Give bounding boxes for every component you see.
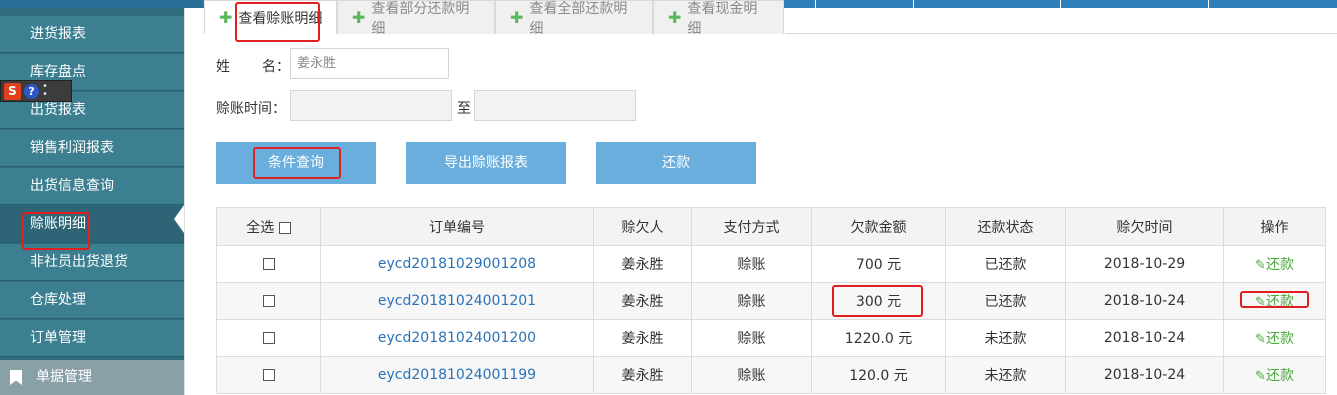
credit-table: 全选 订单编号 赊欠人 支付方式 欠款金额 还款状态 赊欠时间 操作 eycd2… xyxy=(216,207,1326,394)
date-cell: 2018-10-29 xyxy=(1065,245,1224,283)
name-label-first: 姓 xyxy=(216,59,230,75)
row-checkbox[interactable] xyxy=(262,258,275,270)
date-from-input[interactable] xyxy=(290,90,452,121)
sidebar-item-sales-profit-report[interactable]: 销售利润报表 xyxy=(0,130,184,167)
repay-action-link[interactable]: ✎还款 xyxy=(1255,257,1294,273)
pencil-icon: ✎ xyxy=(1255,295,1266,310)
table-row: eycd20181024001201 姜永胜 赊账 300 元 已还款 2018… xyxy=(216,282,1326,320)
pencil-icon: ✎ xyxy=(1255,332,1266,347)
amount-cell: 1220.0 元 xyxy=(811,319,946,357)
table-row: eycd20181024001199 姜永胜 赊账 120.0 元 未还款 20… xyxy=(216,356,1326,394)
pencil-icon: ✎ xyxy=(1255,369,1266,384)
active-indicator-arrow xyxy=(174,205,184,233)
tab-bar: ✚ 查看赊账明细 ✚ 查看部分还款明细 ✚ 查看全部还款明细 ✚ 查看现金明细 xyxy=(204,0,784,37)
sidebar-section-label: 单据管理 xyxy=(36,369,92,385)
name-input[interactable]: 姜永胜 xyxy=(290,48,449,79)
row-checkbox[interactable] xyxy=(262,332,275,344)
amount-cell: 700 元 xyxy=(811,245,946,283)
table-row: eycd20181029001208 姜永胜 赊账 700 元 已还款 2018… xyxy=(216,245,1326,283)
tab-credit-details[interactable]: ✚ 查看赊账明细 xyxy=(204,0,337,34)
amount-cell: 300 元 xyxy=(811,282,946,320)
sidebar-item-nonmember-returns[interactable]: 非社员出货退货 xyxy=(0,244,184,281)
name-label-second: 名： xyxy=(262,59,290,75)
repay-action-link[interactable]: ✎还款 xyxy=(1255,294,1294,310)
date-cell: 2018-10-24 xyxy=(1065,282,1224,320)
payment-method-cell: 赊账 xyxy=(691,319,812,357)
sidebar-item-warehouse[interactable]: 仓库处理 xyxy=(0,282,184,319)
plus-icon: ✚ xyxy=(510,8,524,27)
status-cell: 未还款 xyxy=(945,356,1066,394)
status-cell: 已还款 xyxy=(945,282,1066,320)
query-button[interactable]: 条件查询 xyxy=(216,142,376,184)
order-number-link[interactable]: eycd20181024001199 xyxy=(378,367,536,383)
sidebar-section-documents[interactable]: 单据管理 xyxy=(0,360,184,395)
column-header: 订单编号 xyxy=(320,207,594,246)
help-icon[interactable]: ? xyxy=(24,83,39,99)
debtor-cell: 姜永胜 xyxy=(593,319,692,357)
drag-handle-icon[interactable]: • • xyxy=(42,82,48,100)
ime-toolbar[interactable]: S ? • • xyxy=(0,80,72,102)
table-header-row: 全选 订单编号 赊欠人 支付方式 欠款金额 还款状态 赊欠时间 操作 xyxy=(216,207,1326,246)
repay-button[interactable]: 还款 xyxy=(596,142,756,184)
tab-partial-repay[interactable]: ✚ 查看部分还款明细 xyxy=(337,0,495,37)
status-cell: 未还款 xyxy=(945,319,1066,357)
credit-time-label: 赊账时间： xyxy=(216,101,286,117)
column-header: 支付方式 xyxy=(691,207,812,246)
to-label: 至 xyxy=(457,101,471,117)
repay-action-link[interactable]: ✎还款 xyxy=(1255,331,1294,347)
select-all-header[interactable]: 全选 xyxy=(216,207,321,246)
plus-icon: ✚ xyxy=(668,8,682,27)
status-cell: 已还款 xyxy=(945,245,1066,283)
select-all-checkbox[interactable] xyxy=(278,221,291,234)
debtor-cell: 姜永胜 xyxy=(593,245,692,283)
sidebar-item-shipment-query[interactable]: 出货信息查询 xyxy=(0,168,184,205)
amount-cell: 120.0 元 xyxy=(811,356,946,394)
sogou-icon[interactable]: S xyxy=(4,82,21,100)
plus-icon: ✚ xyxy=(352,8,366,27)
payment-method-cell: 赊账 xyxy=(691,356,812,394)
sidebar-item-credit-details[interactable]: 赊账明细 xyxy=(0,206,184,243)
repay-action-link[interactable]: ✎还款 xyxy=(1255,368,1294,384)
table-row: eycd20181024001200 姜永胜 赊账 1220.0 元 未还款 2… xyxy=(216,319,1326,357)
app-root: 进货报表 库存盘点 出货报表 销售利润报表 出货信息查询 赊账明细 非社员出货退… xyxy=(0,0,1337,395)
tab-cash-details[interactable]: ✚ 查看现金明细 xyxy=(653,0,784,37)
debtor-cell: 姜永胜 xyxy=(593,282,692,320)
date-cell: 2018-10-24 xyxy=(1065,319,1224,357)
date-cell: 2018-10-24 xyxy=(1065,356,1224,394)
column-header: 操作 xyxy=(1223,207,1326,246)
tab-full-repay[interactable]: ✚ 查看全部还款明细 xyxy=(495,0,653,37)
payment-method-cell: 赊账 xyxy=(691,245,812,283)
payment-method-cell: 赊账 xyxy=(691,282,812,320)
row-checkbox[interactable] xyxy=(262,369,275,381)
order-number-link[interactable]: eycd20181029001208 xyxy=(378,256,536,272)
column-header: 欠款金额 xyxy=(811,207,946,246)
date-to-input[interactable] xyxy=(474,90,636,121)
row-checkbox[interactable] xyxy=(262,295,275,307)
bookmark-icon xyxy=(10,370,22,385)
sidebar-item-purchase-report[interactable]: 进货报表 xyxy=(0,16,184,53)
pencil-icon: ✎ xyxy=(1255,258,1266,273)
column-header: 赊欠时间 xyxy=(1065,207,1224,246)
column-header: 赊欠人 xyxy=(593,207,692,246)
column-header: 还款状态 xyxy=(945,207,1066,246)
sidebar: 进货报表 库存盘点 出货报表 销售利润报表 出货信息查询 赊账明细 非社员出货退… xyxy=(0,8,184,395)
order-number-link[interactable]: eycd20181024001201 xyxy=(378,293,536,309)
debtor-cell: 姜永胜 xyxy=(593,356,692,394)
export-button[interactable]: 导出赊账报表 xyxy=(406,142,566,184)
plus-icon: ✚ xyxy=(219,8,233,27)
sidebar-item-orders[interactable]: 订单管理 xyxy=(0,320,184,357)
order-number-link[interactable]: eycd20181024001200 xyxy=(378,330,536,346)
